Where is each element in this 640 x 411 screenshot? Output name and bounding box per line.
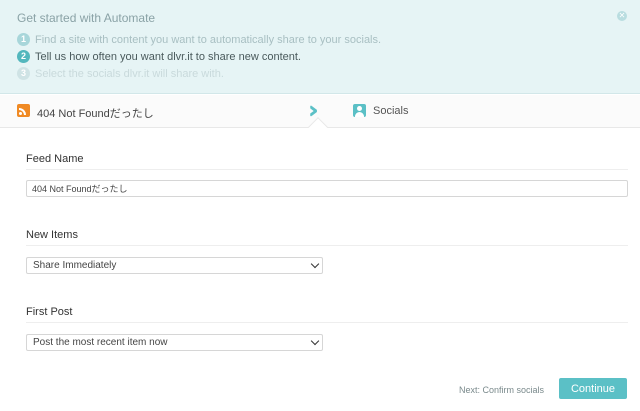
feed-name-input[interactable] xyxy=(26,180,628,197)
chevron-down-icon xyxy=(310,259,320,269)
socials-tab[interactable]: Socials xyxy=(373,105,408,117)
feed-name-label: Feed Name xyxy=(26,153,84,165)
step-number-1: 1 xyxy=(17,33,30,46)
feed-settings-form: Feed Name New Items Share Immediately Fi… xyxy=(0,129,640,411)
step-3: 3 Select the socials dlvr.it will share … xyxy=(17,67,224,80)
divider xyxy=(26,169,628,170)
user-icon xyxy=(353,104,366,117)
new-items-label: New Items xyxy=(26,229,78,241)
divider xyxy=(26,245,628,246)
double-chevron-right-icon: ›› xyxy=(308,96,318,124)
divider xyxy=(26,322,628,323)
feed-tab[interactable]: 404 Not Foundだったし xyxy=(37,105,154,121)
new-items-select[interactable]: Share Immediately xyxy=(26,257,323,274)
step-number-3: 3 xyxy=(17,67,30,80)
getting-started-banner: Get started with Automate ✕ 1 Find a sit… xyxy=(0,0,640,94)
next-step-hint: Next: Confirm socials xyxy=(459,385,545,395)
banner-title: Get started with Automate xyxy=(17,11,156,25)
step-text-2: Tell us how often you want dlvr.it to sh… xyxy=(35,50,301,63)
chevron-down-icon xyxy=(310,336,320,346)
step-text-1: Find a site with content you want to aut… xyxy=(35,33,382,46)
continue-button[interactable]: Continue xyxy=(559,378,627,399)
step-number-2: 2 xyxy=(17,50,30,63)
first-post-select[interactable]: Post the most recent item now xyxy=(26,334,323,351)
step-text-3: Select the socials dlvr.it will share wi… xyxy=(35,67,224,80)
first-post-selected-value: Post the most recent item now xyxy=(33,337,168,348)
first-post-label: First Post xyxy=(26,306,73,318)
close-icon[interactable]: ✕ xyxy=(617,11,627,21)
step-2: 2 Tell us how often you want dlvr.it to … xyxy=(17,50,301,63)
step-1: 1 Find a site with content you want to a… xyxy=(17,33,381,46)
rss-icon xyxy=(17,104,30,117)
new-items-selected-value: Share Immediately xyxy=(33,260,117,271)
